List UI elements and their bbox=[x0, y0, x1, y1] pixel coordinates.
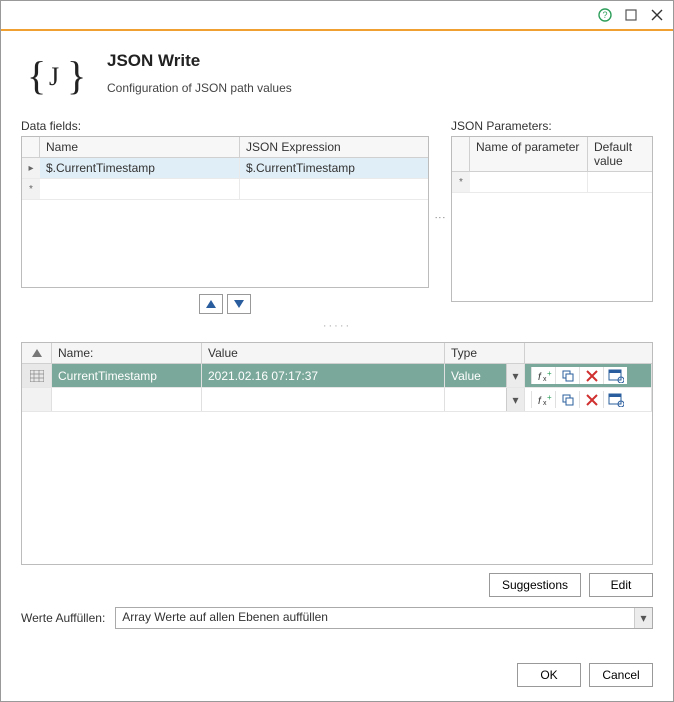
json-logo-icon: {J} bbox=[27, 51, 87, 101]
value-type-cell[interactable]: Value▾ bbox=[445, 364, 525, 387]
value-cell[interactable]: 2021.02.16 07:17:37 bbox=[202, 364, 445, 387]
edit-button[interactable]: Edit bbox=[589, 573, 653, 597]
params-label: JSON Parameters: bbox=[451, 119, 653, 133]
chevron-down-icon[interactable]: ▾ bbox=[634, 608, 652, 628]
new-row-icon: * bbox=[452, 172, 470, 192]
col-name[interactable]: Name bbox=[40, 137, 240, 157]
data-fields-grid[interactable]: Name JSON Expression ▸ $.CurrentTimestam… bbox=[21, 136, 429, 288]
row-indicator-icon: ▸ bbox=[22, 158, 40, 178]
splitter-dots-icon[interactable]: ····· bbox=[21, 320, 653, 332]
value-cell[interactable] bbox=[202, 388, 445, 411]
fill-selected-value: Array Werte auf allen Ebenen auffüllen bbox=[122, 610, 328, 624]
page-title: JSON Write bbox=[107, 51, 292, 71]
detail-button[interactable] bbox=[603, 391, 627, 408]
value-type-cell[interactable]: ▾ bbox=[445, 388, 525, 411]
new-row-icon: * bbox=[22, 179, 40, 199]
col-json-expr[interactable]: JSON Expression bbox=[240, 137, 428, 157]
chevron-down-icon[interactable]: ▾ bbox=[506, 388, 524, 411]
titlebar: ? bbox=[1, 1, 673, 31]
col-type[interactable]: Type bbox=[445, 343, 525, 363]
fill-select[interactable]: Array Werte auf allen Ebenen auffüllen ▾ bbox=[115, 607, 653, 629]
col-param-name[interactable]: Name of parameter bbox=[470, 137, 588, 171]
fx-button[interactable]: fx+ bbox=[531, 367, 555, 384]
value-name-cell[interactable] bbox=[52, 388, 202, 411]
value-name-cell[interactable]: CurrentTimestamp bbox=[52, 364, 202, 387]
svg-text:{: { bbox=[27, 53, 46, 98]
delete-button[interactable] bbox=[579, 367, 603, 384]
fx-button[interactable]: fx+ bbox=[531, 391, 555, 408]
close-icon[interactable] bbox=[649, 7, 665, 23]
data-field-new-row[interactable]: * bbox=[22, 179, 428, 200]
maximize-icon[interactable] bbox=[623, 7, 639, 23]
svg-text:J: J bbox=[49, 62, 59, 91]
values-grid[interactable]: Name: Value Type CurrentTimestamp 2021.0… bbox=[21, 342, 653, 565]
move-down-button[interactable] bbox=[227, 294, 251, 314]
svg-text:?: ? bbox=[602, 10, 607, 20]
cancel-button[interactable]: Cancel bbox=[589, 663, 653, 687]
param-new-row[interactable]: * bbox=[452, 172, 652, 193]
value-row[interactable]: ▾ fx+ bbox=[22, 388, 652, 412]
df-name-cell[interactable]: $.CurrentTimestamp bbox=[40, 158, 240, 178]
value-row[interactable]: CurrentTimestamp 2021.02.16 07:17:37 Val… bbox=[22, 364, 652, 388]
chevron-down-icon[interactable]: ▾ bbox=[506, 364, 524, 387]
sort-column[interactable] bbox=[22, 343, 52, 363]
splitter-handle-icon[interactable]: ⋮ bbox=[435, 119, 445, 314]
svg-text:f: f bbox=[538, 396, 542, 407]
move-up-button[interactable] bbox=[199, 294, 223, 314]
data-fields-label: Data fields: bbox=[21, 119, 429, 133]
fill-label: Werte Auffüllen: bbox=[21, 611, 105, 625]
grid-row-icon bbox=[22, 364, 52, 387]
copy-button[interactable] bbox=[555, 367, 579, 384]
svg-text:}: } bbox=[67, 53, 86, 98]
delete-button[interactable] bbox=[579, 391, 603, 408]
params-grid[interactable]: Name of parameter Default value * bbox=[451, 136, 653, 302]
df-expr-cell[interactable]: $.CurrentTimestamp bbox=[240, 158, 428, 178]
svg-text:+: + bbox=[547, 393, 552, 402]
svg-text:+: + bbox=[547, 369, 552, 378]
copy-button[interactable] bbox=[555, 391, 579, 408]
col-default-value[interactable]: Default value bbox=[588, 137, 652, 171]
detail-button[interactable] bbox=[603, 367, 627, 384]
col-value[interactable]: Value bbox=[202, 343, 445, 363]
ok-button[interactable]: OK bbox=[517, 663, 581, 687]
header: {J} JSON Write Configuration of JSON pat… bbox=[1, 31, 673, 119]
help-icon[interactable]: ? bbox=[597, 7, 613, 23]
col-value-name[interactable]: Name: bbox=[52, 343, 202, 363]
suggestions-button[interactable]: Suggestions bbox=[489, 573, 581, 597]
svg-text:f: f bbox=[538, 372, 542, 383]
page-subtitle: Configuration of JSON path values bbox=[107, 81, 292, 95]
data-field-row[interactable]: ▸ $.CurrentTimestamp $.CurrentTimestamp bbox=[22, 158, 428, 179]
